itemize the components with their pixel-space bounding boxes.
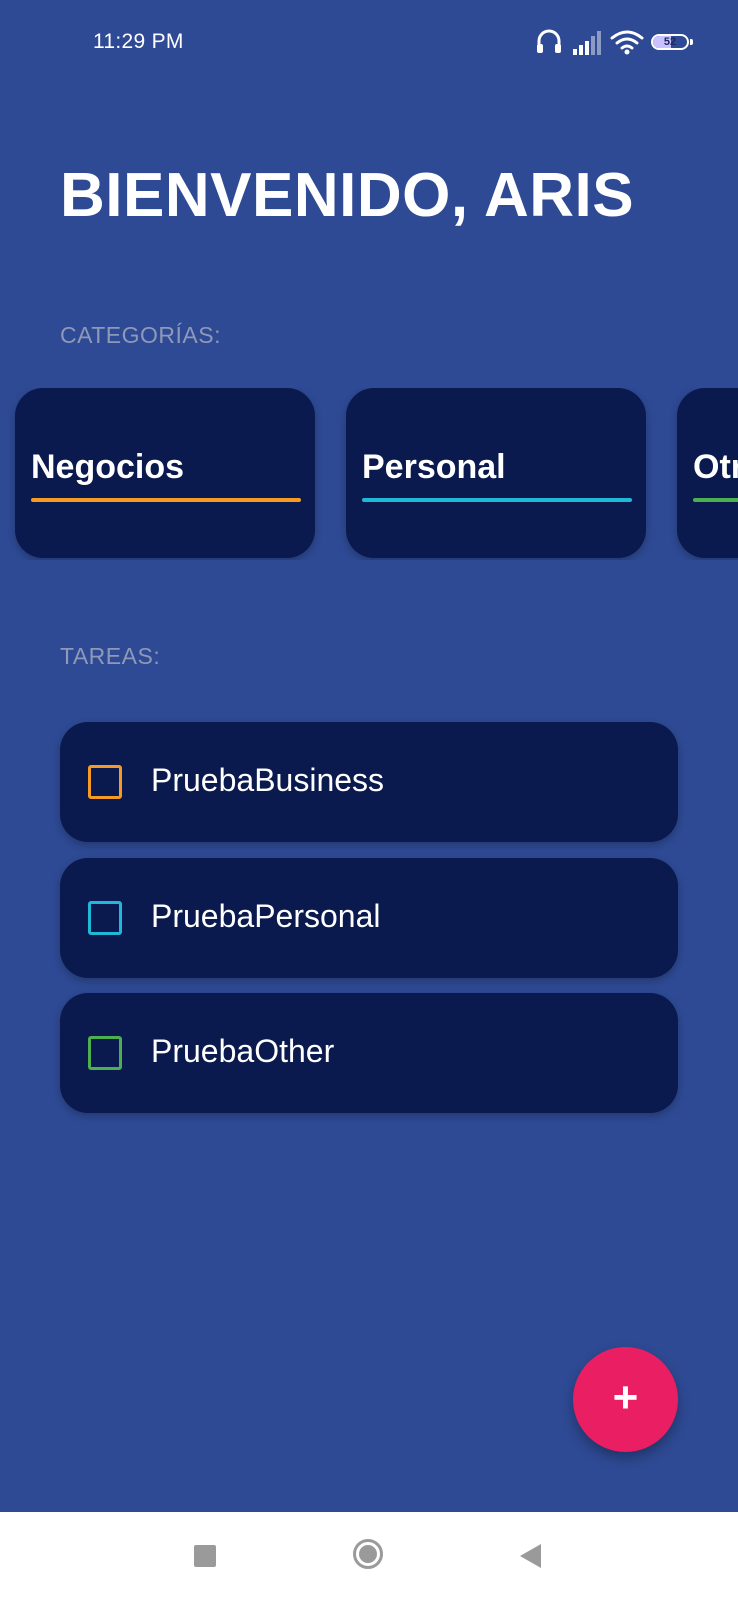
status-time: 11:29 PM <box>93 30 184 53</box>
task-label: PruebaBusiness <box>151 762 385 798</box>
task-item[interactable]: PruebaBusiness <box>60 722 678 842</box>
recent-apps-icon[interactable] <box>194 1545 216 1567</box>
task-item[interactable]: PruebaPersonal <box>60 858 678 978</box>
category-color-bar <box>362 498 632 502</box>
status-bar: 11:29 PM 52 <box>0 0 738 86</box>
wifi-icon <box>610 30 644 55</box>
categories-label: CATEGORÍAS: <box>60 322 221 348</box>
tasks-label: TAREAS: <box>60 643 161 669</box>
status-icons: 52 <box>535 28 705 58</box>
system-nav-bar <box>0 1512 738 1600</box>
battery-tip <box>690 39 693 45</box>
category-card-personal[interactable]: Personal <box>346 388 646 558</box>
category-name: Personal <box>362 448 506 486</box>
app-screen: 11:29 PM 52 BIENVENIDO, ARIS CATEGORÍAS:… <box>0 0 738 1512</box>
task-checkbox[interactable] <box>88 1036 122 1070</box>
category-name: Otr <box>693 448 738 486</box>
task-label: PruebaOther <box>151 1033 335 1069</box>
home-icon-inner <box>359 1545 377 1563</box>
category-card-other[interactable]: Otr <box>677 388 738 558</box>
category-name: Negocios <box>31 448 185 486</box>
category-color-bar <box>31 498 301 502</box>
headset-icon <box>537 29 561 53</box>
categories-carousel[interactable]: Negocios Personal Otr <box>0 388 738 560</box>
home-icon[interactable] <box>353 1539 383 1569</box>
task-checkbox[interactable] <box>88 765 122 799</box>
battery-icon: 52 <box>651 34 689 50</box>
battery-level: 52 <box>663 36 677 48</box>
category-card-negocios[interactable]: Negocios <box>15 388 315 558</box>
back-icon[interactable] <box>520 1544 541 1568</box>
task-checkbox[interactable] <box>88 901 122 935</box>
category-color-bar <box>693 498 738 502</box>
add-task-button[interactable]: + <box>573 1347 678 1452</box>
signal-icon <box>573 31 601 55</box>
task-item[interactable]: PruebaOther <box>60 993 678 1113</box>
page-title: BIENVENIDO, ARIS <box>60 161 635 230</box>
task-label: PruebaPersonal <box>151 898 381 934</box>
